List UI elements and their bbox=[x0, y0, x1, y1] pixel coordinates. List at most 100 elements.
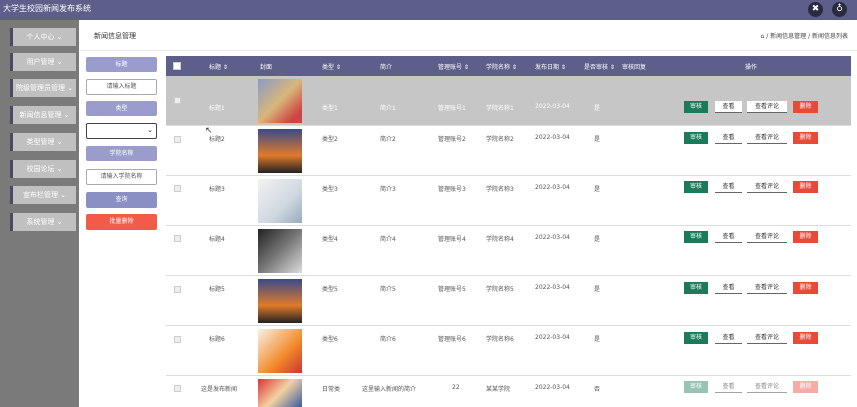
delete-button[interactable]: 删除 bbox=[793, 132, 818, 144]
col-title[interactable]: 标题 ⇕ bbox=[209, 62, 228, 71]
select-all-checkbox[interactable] bbox=[173, 62, 181, 70]
college-input[interactable]: 请输入学院名称 bbox=[86, 169, 157, 185]
sidebar-item-types[interactable]: 类型管理 ⌄ bbox=[10, 133, 76, 151]
table-row[interactable]: 这是发布新闻 日常类 这里输入新闻的简介 22 某某学院 2022-03-04 … bbox=[166, 376, 851, 407]
cell-type: 类型1 bbox=[322, 105, 338, 112]
view-comments-button[interactable]: 查看评论 bbox=[747, 132, 787, 144]
cell-type: 类型5 bbox=[322, 286, 338, 293]
expand-icon[interactable]: ✖ bbox=[808, 2, 823, 17]
cell-account: 管理账号3 bbox=[438, 186, 466, 193]
cover-image bbox=[258, 79, 302, 123]
cell-date: 2022-03-04 bbox=[535, 234, 570, 241]
view-comments-button[interactable]: 查看评论 bbox=[747, 282, 787, 294]
cell-type: 类型6 bbox=[322, 336, 338, 343]
row-checkbox[interactable] bbox=[174, 97, 181, 104]
batch-delete-button[interactable]: 批量删除 bbox=[86, 214, 157, 230]
col-reviewed[interactable]: 是否审核 ⇕ bbox=[584, 62, 615, 71]
view-button[interactable]: 查看 bbox=[715, 231, 742, 243]
sidebar-item-forum[interactable]: 校园论坛 ⌄ bbox=[10, 160, 76, 178]
search-button[interactable]: 查询 bbox=[86, 192, 157, 208]
audit-button[interactable]: 审核 bbox=[684, 381, 708, 393]
cell-intro: 简介4 bbox=[380, 236, 396, 243]
filter-panel: 标题 请输入标题 类型 ⌄ 学院名称 请输入学院名称 查询 批量删除 bbox=[80, 51, 164, 407]
col-type[interactable]: 类型 ⇕ bbox=[322, 62, 341, 71]
sidebar-item-users[interactable]: 用户管理 ⌄ bbox=[10, 53, 76, 71]
view-button[interactable]: 查看 bbox=[715, 132, 742, 144]
cell-account: 管理账号4 bbox=[438, 236, 466, 243]
view-comments-button[interactable]: 查看评论 bbox=[747, 101, 787, 113]
view-comments-button[interactable]: 查看评论 bbox=[747, 332, 787, 344]
sidebar-item-bulletin[interactable]: 宣布栏管理 ⌄ bbox=[10, 186, 76, 204]
delete-button[interactable]: 删除 bbox=[793, 231, 818, 243]
view-button[interactable]: 查看 bbox=[715, 282, 742, 294]
chevron-down-icon: ⌄ bbox=[147, 126, 153, 134]
user-icon[interactable]: ♁ bbox=[832, 2, 847, 17]
delete-button[interactable]: 删除 bbox=[793, 381, 818, 393]
row-checkbox[interactable] bbox=[174, 136, 181, 143]
col-college[interactable]: 学院名称 ⇕ bbox=[486, 62, 517, 71]
cell-date: 2022-03-04 bbox=[535, 184, 570, 191]
table-row[interactable]: 标题1 类型1 简介1 管理账号1 学院名称1 2022-03-04 是 审核 … bbox=[166, 76, 851, 126]
view-comments-button[interactable]: 查看评论 bbox=[747, 231, 787, 243]
row-checkbox[interactable] bbox=[174, 185, 181, 192]
cell-college: 某某学院 bbox=[486, 386, 511, 393]
title-input[interactable]: 请输入标题 bbox=[86, 79, 157, 95]
sidebar-item-label: 个人中心 bbox=[26, 33, 55, 41]
view-button[interactable]: 查看 bbox=[715, 181, 742, 193]
cell-type: 类型3 bbox=[322, 186, 338, 193]
mouse-cursor-icon: ↖ bbox=[205, 126, 213, 136]
delete-button[interactable]: 删除 bbox=[793, 101, 818, 113]
cell-type: 类型4 bbox=[322, 236, 338, 243]
delete-button[interactable]: 删除 bbox=[793, 332, 818, 344]
cell-title: 标题4 bbox=[209, 236, 225, 243]
table-row[interactable]: 标题6 类型6 简介6 管理账号6 学院名称6 2022-03-04 是 审核 … bbox=[166, 326, 851, 376]
sidebar: 个人中心 ⌄ 用户管理 ⌄ 院级管理员管理 ⌄ 新闻信息管理 ⌄ 类型管理 ⌄ … bbox=[0, 20, 79, 407]
cell-college: 学院名称5 bbox=[486, 286, 514, 293]
table-header: 标题 ⇕ 封面 类型 ⇕ 简介 管理账号 ⇕ 学院名称 ⇕ 发布日期 ⇕ 是否审… bbox=[166, 56, 851, 76]
cell-account: 管理账号5 bbox=[438, 286, 466, 293]
sidebar-item-college-admins[interactable]: 院级管理员管理 ⌄ bbox=[10, 79, 76, 97]
view-comments-button[interactable]: 查看评论 bbox=[747, 181, 787, 193]
sidebar-item-system[interactable]: 系统管理 ⌄ bbox=[10, 213, 76, 231]
table-row[interactable]: 标题4 类型4 简介4 管理账号4 学院名称4 2022-03-04 是 审核 … bbox=[166, 226, 851, 276]
view-button[interactable]: 查看 bbox=[715, 101, 742, 113]
table-row[interactable]: 标题3 类型3 简介3 管理账号3 学院名称3 2022-03-04 是 审核 … bbox=[166, 176, 851, 226]
audit-button[interactable]: 审核 bbox=[684, 231, 708, 243]
audit-button[interactable]: 审核 bbox=[684, 101, 708, 113]
audit-button[interactable]: 审核 bbox=[684, 181, 708, 193]
audit-button[interactable]: 审核 bbox=[684, 132, 708, 144]
view-button[interactable]: 查看 bbox=[715, 381, 742, 393]
audit-button[interactable]: 审核 bbox=[684, 282, 708, 294]
college-filter-label: 学院名称 bbox=[86, 146, 157, 161]
cell-title: 标题5 bbox=[209, 286, 225, 293]
cell-college: 学院名称6 bbox=[486, 336, 514, 343]
cell-reviewed: 是 bbox=[594, 105, 601, 112]
audit-button[interactable]: 审核 bbox=[684, 332, 708, 344]
type-select[interactable]: ⌄ bbox=[86, 123, 157, 139]
view-button[interactable]: 查看 bbox=[715, 332, 742, 344]
cell-date: 2022-03-04 bbox=[535, 103, 570, 110]
row-checkbox[interactable] bbox=[174, 385, 181, 392]
sidebar-item-label: 新闻信息管理 bbox=[19, 111, 62, 119]
delete-button[interactable]: 删除 bbox=[793, 181, 818, 193]
cover-image bbox=[258, 379, 302, 407]
row-checkbox[interactable] bbox=[174, 336, 181, 343]
delete-button[interactable]: 删除 bbox=[793, 282, 818, 294]
row-checkbox[interactable] bbox=[174, 286, 181, 293]
cell-title: 这是发布新闻 bbox=[201, 386, 238, 393]
cover-image bbox=[258, 279, 302, 323]
table-row[interactable]: 标题5 类型5 简介5 管理账号5 学院名称5 2022-03-04 是 审核 … bbox=[166, 276, 851, 326]
cell-date: 2022-03-04 bbox=[535, 284, 570, 291]
sidebar-item-news[interactable]: 新闻信息管理 ⌄ bbox=[10, 106, 76, 124]
sidebar-item-label: 院级管理员管理 bbox=[15, 84, 65, 92]
view-comments-button[interactable]: 查看评论 bbox=[747, 381, 787, 393]
sidebar-item-label: 校园论坛 bbox=[26, 165, 55, 173]
row-checkbox[interactable] bbox=[174, 235, 181, 242]
cell-reviewed: 是 bbox=[594, 286, 601, 293]
col-account[interactable]: 管理账号 ⇕ bbox=[438, 62, 469, 71]
cell-intro: 这里输入新闻的简介 bbox=[362, 386, 417, 393]
sidebar-item-profile[interactable]: 个人中心 ⌄ bbox=[10, 28, 76, 46]
col-date[interactable]: 发布日期 ⇕ bbox=[535, 62, 566, 71]
table-row[interactable]: 标题2 类型2 简介2 管理账号2 学院名称2 2022-03-04 是 审核 … bbox=[166, 126, 851, 176]
cell-date: 2022-03-04 bbox=[535, 134, 570, 141]
